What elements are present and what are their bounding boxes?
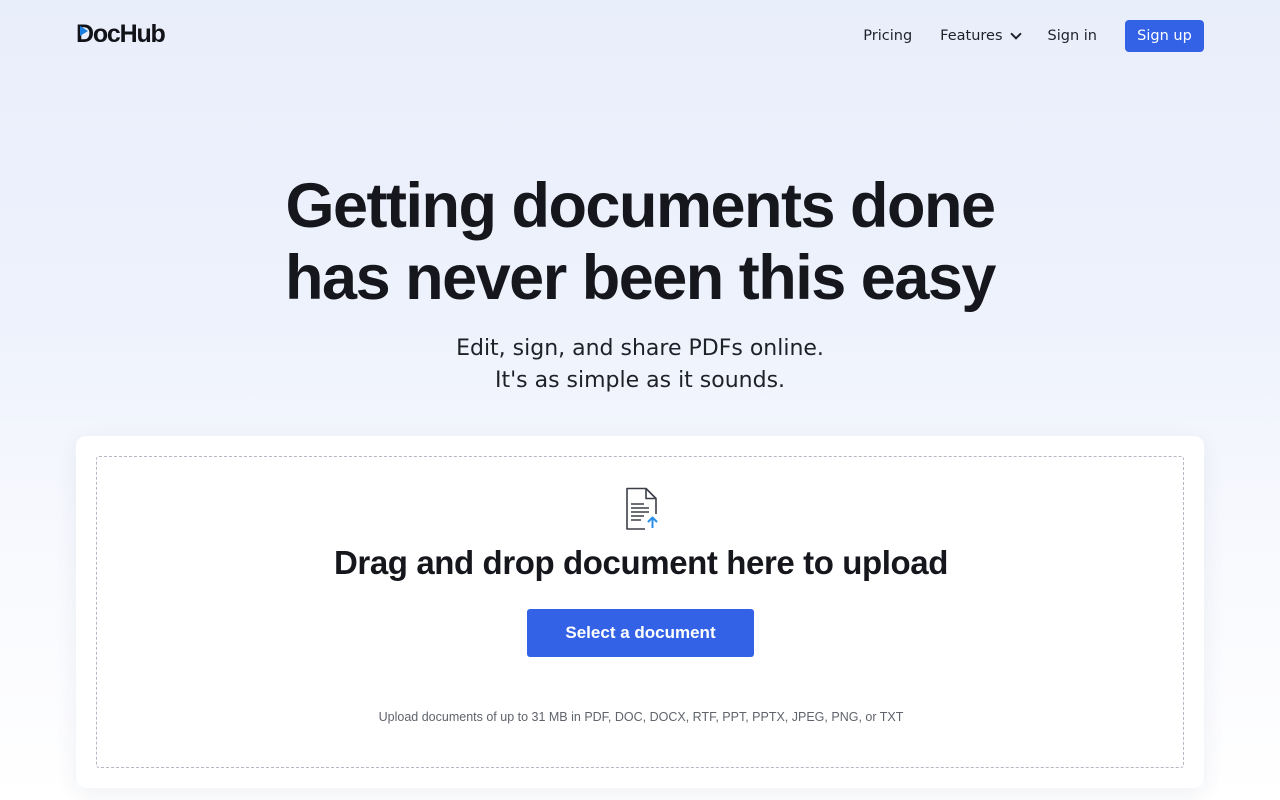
hero-title-line-2: has never been this easy <box>285 243 996 313</box>
chevron-down-icon <box>1009 28 1022 40</box>
upload-title: Drag and drop document here to upload <box>333 544 949 581</box>
upload-card: Drag and drop document here to upload Se… <box>76 436 1204 788</box>
logo-accent-triangle <box>80 25 88 36</box>
nav-features-dropdown[interactable]: Features <box>940 28 1022 44</box>
hero-subtitle-line-2: It's as simple as it sounds. <box>494 368 786 393</box>
upload-limits-note: Upload documents of up to 31 MB in PDF, … <box>378 710 904 724</box>
logo-wordmark-rest: ocHub <box>92 19 166 48</box>
site-header: DocHub Pricing Features Sign in Sign up <box>0 0 1280 72</box>
main-nav: Pricing Features Sign in Sign up <box>863 20 1204 52</box>
sign-up-button[interactable]: Sign up <box>1125 20 1204 52</box>
nav-pricing-link[interactable]: Pricing <box>863 28 912 44</box>
hero-title-line-1: Getting documents done <box>285 171 996 241</box>
hero-subtitle-line-1: Edit, sign, and share PDFs online. <box>456 336 824 361</box>
logo-letter-d: D <box>76 19 94 48</box>
document-upload-icon <box>626 487 660 530</box>
dochub-logo[interactable]: DocHub <box>76 19 166 48</box>
nav-features-label: Features <box>940 28 1003 44</box>
hero-subtitle: Edit, sign, and share PDFs online. It's … <box>0 333 1280 397</box>
select-document-button[interactable]: Select a document <box>527 609 754 657</box>
nav-sign-in-link[interactable]: Sign in <box>1048 28 1097 44</box>
hero-title: Getting documents done has never been th… <box>0 170 1280 314</box>
upload-dropzone[interactable]: Drag and drop document here to upload Se… <box>96 456 1184 768</box>
